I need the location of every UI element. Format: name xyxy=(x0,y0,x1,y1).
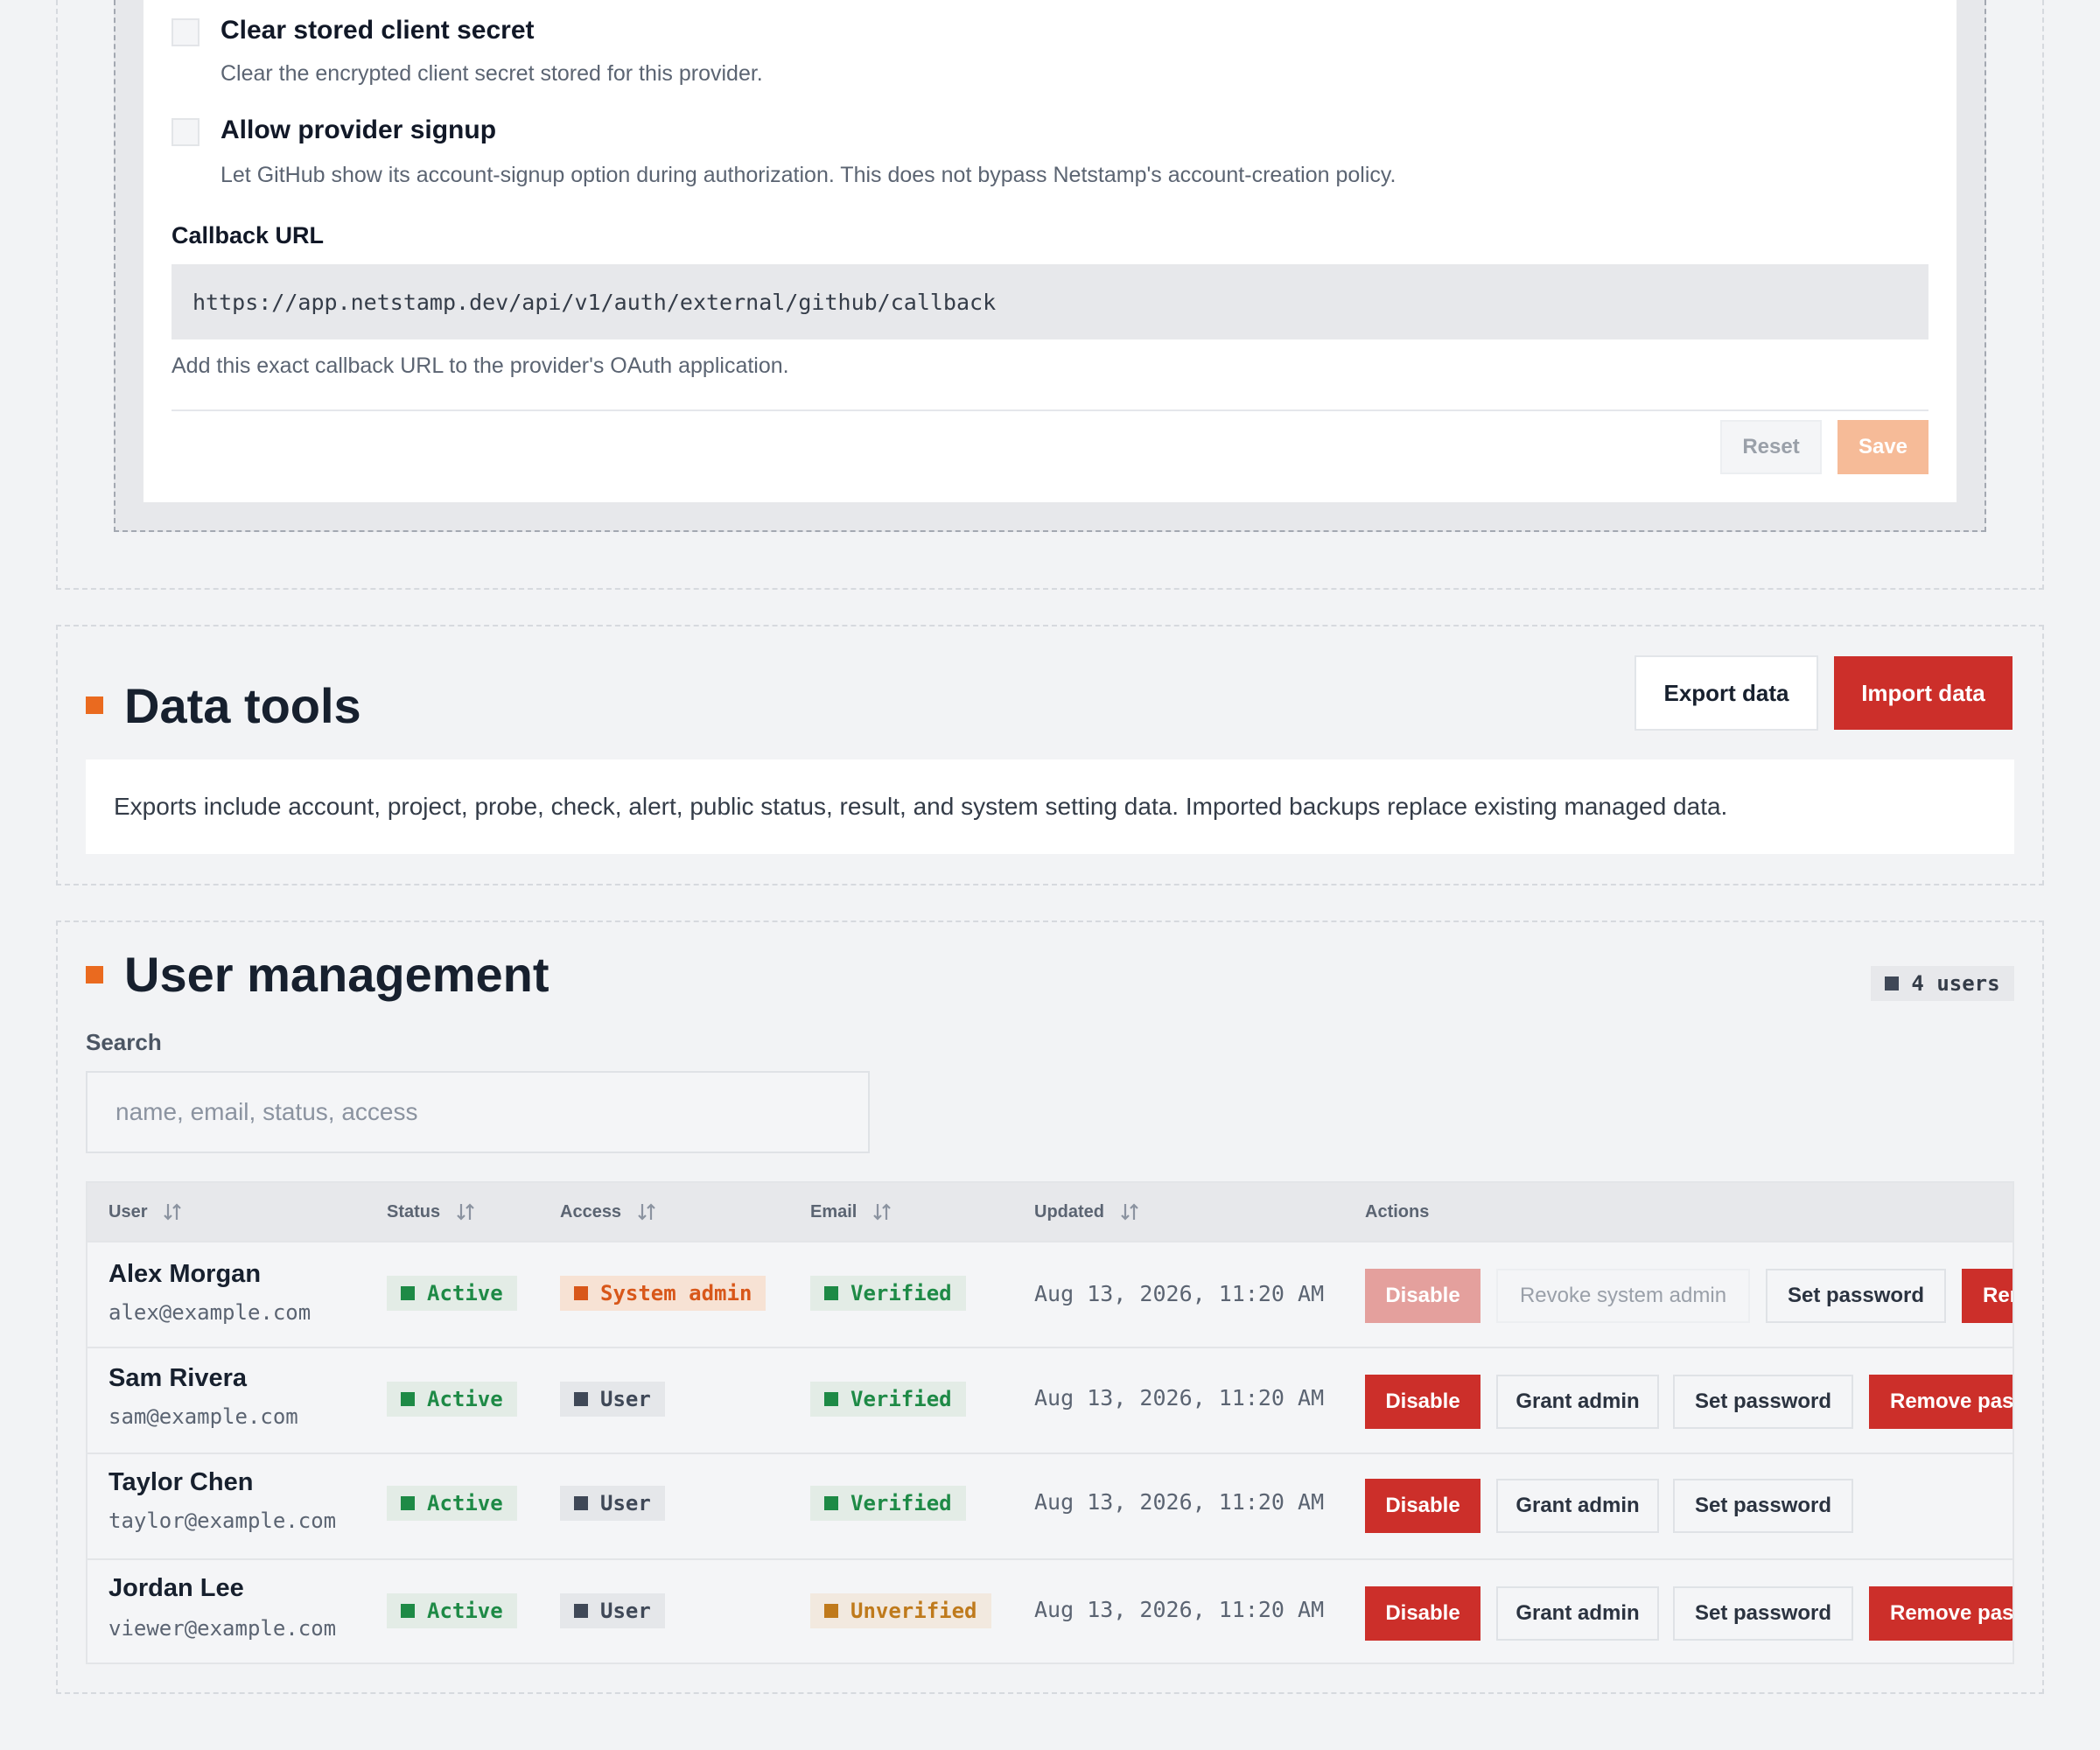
column-header-email[interactable]: Email xyxy=(810,1183,892,1241)
remove-password-button[interactable]: Remove password xyxy=(1962,1269,2012,1323)
clear-secret-title: Clear stored client secret xyxy=(220,16,535,45)
set-password-button[interactable]: Set password xyxy=(1766,1269,1946,1323)
import-data-button[interactable]: Import data xyxy=(1834,656,2012,730)
column-header-updated[interactable]: Updated xyxy=(1034,1183,1139,1241)
section-marker-icon xyxy=(86,696,103,714)
save-button[interactable]: Save xyxy=(1838,420,1928,474)
access-badge: User xyxy=(560,1486,665,1521)
status-square-icon xyxy=(824,1496,838,1510)
status-square-icon xyxy=(401,1286,415,1300)
status-square-icon xyxy=(574,1286,588,1300)
data-tools-description: Exports include account, project, probe,… xyxy=(86,760,2014,854)
allow-signup-description: Let GitHub show its account-signup optio… xyxy=(220,163,1396,187)
status-square-icon xyxy=(401,1604,415,1618)
status-square-icon xyxy=(824,1286,838,1300)
updated-timestamp: Aug 13, 2026, 11:20 AM xyxy=(1034,1597,1325,1622)
status-square-icon xyxy=(574,1496,588,1510)
sort-icon xyxy=(873,1203,892,1221)
allow-signup-title: Allow provider signup xyxy=(220,116,497,144)
user-management-title: User management xyxy=(124,947,550,1002)
status-badge: Active xyxy=(387,1276,517,1311)
updated-timestamp: Aug 13, 2026, 11:20 AM xyxy=(1034,1489,1325,1515)
email-status-badge: Verified xyxy=(810,1276,966,1311)
remove-password-button[interactable]: Remove password xyxy=(1869,1375,2012,1429)
disable-button[interactable]: Disable xyxy=(1365,1479,1480,1533)
updated-timestamp: Aug 13, 2026, 11:20 AM xyxy=(1034,1281,1325,1306)
column-header-status[interactable]: Status xyxy=(387,1183,475,1241)
status-square-icon xyxy=(574,1604,588,1618)
status-square-icon xyxy=(824,1392,838,1406)
callback-url-help: Add this exact callback URL to the provi… xyxy=(172,354,789,378)
sort-icon xyxy=(638,1203,655,1221)
disable-button[interactable]: Disable xyxy=(1365,1586,1480,1641)
reset-button[interactable]: Reset xyxy=(1720,420,1822,474)
user-email: sam@example.com xyxy=(108,1404,298,1429)
user-count-text: 4 users xyxy=(1911,971,2000,996)
set-password-button[interactable]: Set password xyxy=(1673,1375,1853,1429)
disable-button[interactable]: Disable xyxy=(1365,1375,1480,1429)
column-header-user[interactable]: User xyxy=(108,1183,182,1241)
remove-password-button[interactable]: Remove password xyxy=(1869,1586,2012,1641)
access-badge: System admin xyxy=(560,1276,766,1311)
user-email: alex@example.com xyxy=(108,1300,312,1325)
clear-secret-checkbox[interactable] xyxy=(172,18,200,46)
provider-divider xyxy=(172,410,1928,411)
table-row: Sam Rivera sam@example.com Active User V… xyxy=(88,1347,2012,1452)
search-input[interactable] xyxy=(86,1071,870,1153)
disable-button[interactable]: Disable xyxy=(1365,1269,1480,1323)
grant-admin-button[interactable]: Grant admin xyxy=(1496,1375,1659,1429)
table-row: Jordan Lee viewer@example.com Active Use… xyxy=(88,1558,2012,1662)
email-status-badge: Unverified xyxy=(810,1593,991,1628)
column-header-actions: Actions xyxy=(1365,1201,1430,1222)
grant-admin-button[interactable]: Grant admin xyxy=(1496,1586,1659,1641)
revoke-admin-button[interactable]: Revoke system admin xyxy=(1496,1269,1750,1323)
grant-admin-button[interactable]: Grant admin xyxy=(1496,1479,1659,1533)
updated-timestamp: Aug 13, 2026, 11:20 AM xyxy=(1034,1385,1325,1410)
status-square-icon xyxy=(824,1604,838,1618)
status-square-icon xyxy=(574,1392,588,1406)
callback-url-label: Callback URL xyxy=(172,222,325,248)
access-badge: User xyxy=(560,1593,665,1628)
email-status-badge: Verified xyxy=(810,1382,966,1417)
status-square-icon xyxy=(401,1392,415,1406)
email-status-badge: Verified xyxy=(810,1486,966,1521)
user-email: taylor@example.com xyxy=(108,1508,337,1533)
search-label: Search xyxy=(86,1029,162,1055)
status-square-icon xyxy=(401,1496,415,1510)
user-count-badge: 4 users xyxy=(1871,966,2014,1001)
table-header: User Status Access Email Updated Actions xyxy=(88,1183,2012,1241)
status-badge: Active xyxy=(387,1486,517,1521)
user-name: Alex Morgan xyxy=(108,1260,262,1288)
set-password-button[interactable]: Set password xyxy=(1673,1586,1853,1641)
user-name: Sam Rivera xyxy=(108,1364,247,1392)
user-name: Jordan Lee xyxy=(108,1574,244,1602)
users-table: User Status Access Email Updated Actions… xyxy=(86,1181,2014,1664)
access-badge: User xyxy=(560,1382,665,1417)
sort-icon xyxy=(164,1203,182,1221)
clear-secret-description: Clear the encrypted client secret stored… xyxy=(220,61,763,86)
status-badge: Active xyxy=(387,1593,517,1628)
set-password-button[interactable]: Set password xyxy=(1673,1479,1853,1533)
sort-icon xyxy=(1121,1203,1138,1221)
status-square-icon xyxy=(1885,976,1900,990)
section-marker-icon xyxy=(86,966,103,984)
user-email: viewer@example.com xyxy=(108,1616,337,1641)
column-header-access[interactable]: Access xyxy=(560,1183,656,1241)
allow-signup-checkbox[interactable] xyxy=(172,118,200,146)
callback-url-field[interactable]: https://app.netstamp.dev/api/v1/auth/ext… xyxy=(172,264,1928,340)
table-row: Alex Morgan alex@example.com Active Syst… xyxy=(88,1241,2012,1347)
export-data-button[interactable]: Export data xyxy=(1634,655,1818,731)
user-name: Taylor Chen xyxy=(108,1468,254,1496)
data-tools-title: Data tools xyxy=(124,678,361,733)
table-row: Taylor Chen taylor@example.com Active Us… xyxy=(88,1452,2012,1558)
status-badge: Active xyxy=(387,1382,517,1417)
sort-icon xyxy=(457,1203,474,1221)
